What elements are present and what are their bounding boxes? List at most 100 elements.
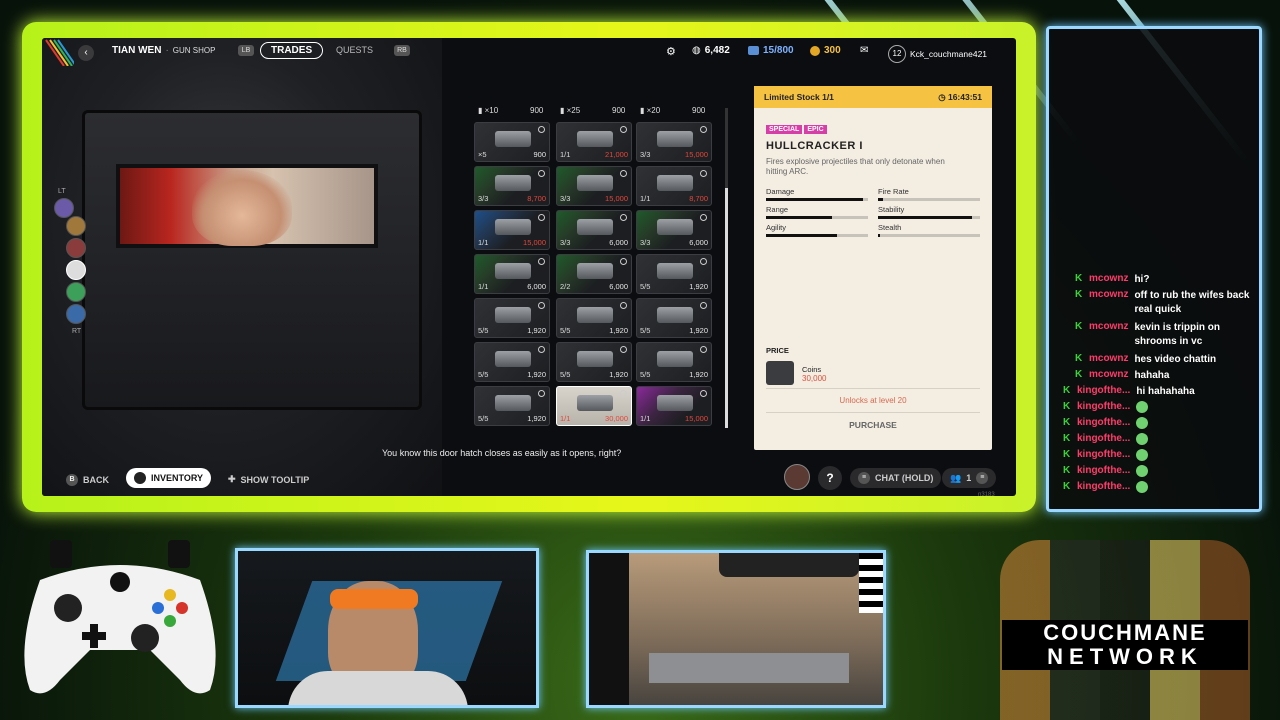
chat-message: hahaha xyxy=(1134,370,1170,381)
info-icon xyxy=(620,258,627,265)
info-icon xyxy=(538,302,545,309)
stat-stability: Stability xyxy=(878,205,980,219)
purchase-button[interactable]: PURCHASE xyxy=(754,420,992,430)
show-tooltip-button[interactable]: ✚ SHOW TOOLTIP xyxy=(228,474,309,485)
trade-item-cell[interactable]: 5/5 1,920 xyxy=(474,298,550,338)
trader-scene xyxy=(42,38,442,496)
stat-bar xyxy=(878,198,980,201)
grid-header: ▮ ×10 xyxy=(478,106,499,115)
friend-avatar[interactable] xyxy=(66,282,86,302)
trade-item-cell[interactable]: 5/5 1,920 xyxy=(636,298,712,338)
lb-button-icon: LB xyxy=(238,45,254,56)
chat-username: mcownz xyxy=(1089,321,1129,332)
item-price: 15,000 xyxy=(685,150,708,159)
video-overlay xyxy=(586,550,886,708)
friend-avatar[interactable] xyxy=(66,238,86,258)
chat-line: Kkingofthe... hi hahahaha xyxy=(1063,385,1251,399)
friend-avatar[interactable] xyxy=(66,304,86,324)
trade-item-cell[interactable]: 1/1 30,000 xyxy=(556,386,632,426)
side-lt-label: LT xyxy=(58,188,66,195)
speaker-avatar xyxy=(784,464,810,490)
chat-line: Kmcownz kevin is trippin on shrooms in vc xyxy=(1075,321,1249,349)
chat-username: mcownz xyxy=(1089,353,1129,364)
mail-icon[interactable]: ✉ xyxy=(860,45,868,56)
chat-message: hes video chattin xyxy=(1134,354,1217,365)
trade-item-cell[interactable]: 5/5 1,920 xyxy=(474,342,550,382)
player-profile[interactable]: 12 Kck_couchmane421 xyxy=(888,45,987,63)
item-price: 6,000 xyxy=(609,238,628,247)
trade-item-cell[interactable]: 1/1 15,000 xyxy=(636,386,712,426)
moderator-icon: K xyxy=(1063,417,1071,428)
friend-avatar[interactable] xyxy=(66,216,86,236)
tab-quests[interactable]: QUESTS xyxy=(336,45,373,55)
item-quantity: 3/3 xyxy=(478,194,489,203)
item-quantity: 5/5 xyxy=(640,326,651,335)
item-price: 8,700 xyxy=(689,194,708,203)
item-thumbnail xyxy=(657,131,693,147)
top-bar: ‹ TIAN WEN · GUN SHOP LB TRADES QUESTS R… xyxy=(42,38,1016,66)
raider-icon: ⚙ xyxy=(666,46,676,58)
trade-item-cell[interactable]: 3/3 15,000 xyxy=(636,122,712,162)
trade-item-cell[interactable]: 1/1 21,000 xyxy=(556,122,632,162)
moderator-icon: K xyxy=(1075,289,1083,300)
back-button[interactable]: B BACK xyxy=(66,474,109,486)
chat-message: off to rub the wifes back real quick xyxy=(1134,290,1250,315)
trade-item-cell[interactable]: 5/5 1,920 xyxy=(474,386,550,426)
special-badge: SPECIAL xyxy=(766,125,803,134)
trade-item-cell[interactable]: 1/1 15,000 xyxy=(474,210,550,250)
trade-item-cell[interactable]: 3/3 15,000 xyxy=(556,166,632,206)
trade-item-cell[interactable]: 5/5 1,920 xyxy=(636,254,712,294)
chat-line: Kmcownz hes video chattin xyxy=(1075,353,1249,367)
trade-item-cell[interactable]: 3/3 6,000 xyxy=(556,210,632,250)
trader-portrait xyxy=(192,170,292,246)
item-thumbnail xyxy=(495,131,531,147)
stat-label: Stability xyxy=(878,205,905,214)
emote-icon xyxy=(1136,481,1149,493)
trade-item-cell[interactable]: 3/3 6,000 xyxy=(636,210,712,250)
info-icon xyxy=(620,170,627,177)
trade-item-cell[interactable]: 1/1 6,000 xyxy=(474,254,550,294)
item-quantity: 2/2 xyxy=(560,282,571,291)
chat-icon: ≡ xyxy=(858,472,870,484)
trade-item-cell[interactable]: 5/5 1,920 xyxy=(636,342,712,382)
trade-item-cell[interactable]: 5/5 1,920 xyxy=(556,298,632,338)
trade-item-cell[interactable]: ×5 900 xyxy=(474,122,550,162)
party-button[interactable]: 👥 1 ≡ xyxy=(942,468,997,488)
item-thumbnail xyxy=(495,263,531,279)
emote-icon xyxy=(1136,465,1149,477)
item-price: 30,000 xyxy=(605,414,628,423)
door-hatch xyxy=(82,110,422,410)
item-quantity: 5/5 xyxy=(560,370,571,379)
item-quantity: 3/3 xyxy=(640,238,651,247)
item-quantity: 1/1 xyxy=(640,414,651,423)
emote-icon xyxy=(1136,401,1149,413)
chat-button[interactable]: ≡ CHAT (HOLD) xyxy=(850,468,942,488)
friend-avatar-selected[interactable] xyxy=(66,260,86,280)
friend-avatar[interactable] xyxy=(54,198,74,218)
info-icon xyxy=(700,258,707,265)
price-currency: Coins xyxy=(802,365,822,374)
trade-item-cell[interactable]: 1/1 8,700 xyxy=(636,166,712,206)
divider xyxy=(766,412,980,413)
item-thumbnail xyxy=(657,307,693,323)
chat-line: Kkingofthe... xyxy=(1063,465,1149,477)
coins-balance: 300 xyxy=(810,45,841,56)
grid-scrollbar[interactable] xyxy=(725,108,728,428)
info-icon xyxy=(700,346,707,353)
trade-item-cell[interactable]: 5/5 1,920 xyxy=(556,342,632,382)
help-button[interactable]: ? xyxy=(818,466,842,490)
info-icon xyxy=(538,170,545,177)
tab-trades[interactable]: TRADES xyxy=(260,42,324,59)
info-icon xyxy=(700,126,707,133)
game-screen: ‹ TIAN WEN · GUN SHOP LB TRADES QUESTS R… xyxy=(42,38,1016,496)
stat-label: Range xyxy=(766,205,789,214)
inventory-button[interactable]: INVENTORY xyxy=(126,468,212,488)
help-icon: ? xyxy=(818,466,842,490)
moderator-icon: K xyxy=(1063,433,1071,444)
clock-icon: ◷ xyxy=(938,91,948,102)
token-icon: ◍ xyxy=(692,45,701,56)
stat-label: Agility xyxy=(766,223,787,232)
trade-item-cell[interactable]: 3/3 8,700 xyxy=(474,166,550,206)
back-arrow-button[interactable]: ‹ xyxy=(78,45,94,61)
trade-item-cell[interactable]: 2/2 6,000 xyxy=(556,254,632,294)
